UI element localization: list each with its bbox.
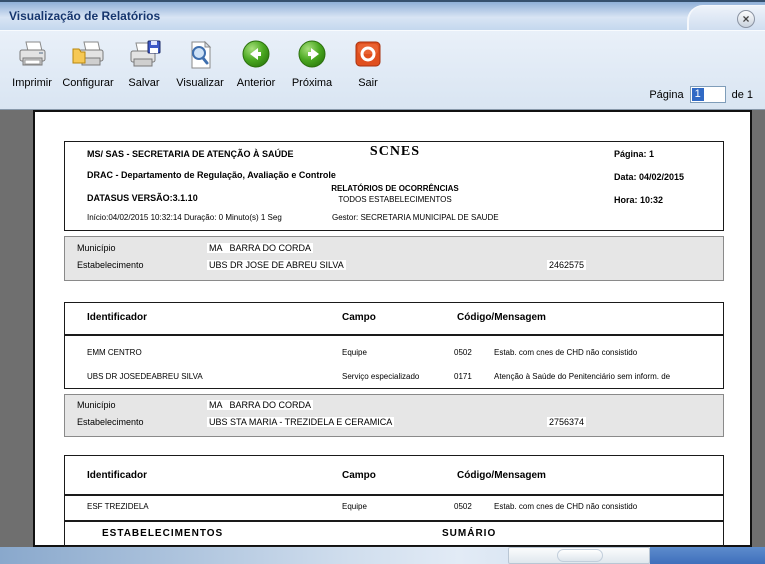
section2-municipio-band [64, 394, 724, 437]
col-codigo-mensagem: Código/Mensagem [457, 470, 546, 481]
row-mensagem: Estab. com cnes de CHD não consistido [494, 348, 637, 357]
section1-table-header-box [64, 302, 724, 335]
municipio-label: Município [77, 243, 116, 253]
view-button-label: Visualizar [176, 77, 224, 89]
row-campo: Serviço especializado [342, 372, 419, 381]
row-identificador: ESF TREZIDELA [87, 502, 149, 511]
previous-button[interactable]: Anterior [228, 39, 284, 101]
col-campo: Campo [342, 470, 376, 481]
close-icon: × [742, 12, 749, 26]
report-dept-line: DRAC - Departamento de Regulação, Avalia… [87, 170, 336, 180]
exit-power-icon [351, 39, 385, 75]
window-title: Visualização de Relatórios [9, 9, 160, 23]
report-date: Data: 04/02/2015 [614, 172, 684, 182]
printer-save-icon [127, 39, 161, 75]
next-button[interactable]: Próxima [284, 39, 340, 101]
configure-button[interactable]: Configurar [60, 39, 116, 101]
printer-config-icon [71, 39, 105, 75]
report-viewer-window: Visualização de Relatórios × Imprimir [0, 0, 765, 564]
configure-button-label: Configurar [62, 77, 113, 89]
row-mensagem: Estab. com cnes de CHD não consistido [494, 502, 637, 511]
page-number-value: 1 [692, 88, 704, 101]
toolbar-buttons: Imprimir Configurar [4, 39, 396, 101]
row-codigo: 0171 [454, 372, 472, 381]
toolbar: Imprimir Configurar [0, 30, 765, 110]
report-start-line: Início:04/02/2015 10:32:14 Duração: 0 Mi… [87, 213, 282, 222]
municipio-value: MA BARRA DO CORDA [207, 243, 313, 253]
report-time: Hora: 10:32 [614, 195, 663, 205]
arrow-right-circle-icon [295, 39, 329, 75]
save-button-label: Salvar [128, 77, 159, 89]
report-version: DATASUS VERSÃO:3.1.10 [87, 193, 198, 203]
page-number-input[interactable]: 1 [690, 86, 726, 103]
report-scope: TODOS ESTABELECIMENTOS [275, 195, 515, 204]
report-gestor-line: Gestor: SECRETARIA MUNICIPAL DE SAUDE [332, 213, 499, 222]
row-mensagem: Atenção à Saúde do Penitenciário sem inf… [494, 372, 670, 381]
page-total-label: de 1 [732, 89, 753, 101]
titlebar-corner: × [687, 5, 765, 32]
scrollbar-track-right[interactable] [650, 547, 765, 564]
next-button-label: Próxima [292, 77, 332, 89]
cnes-code: 2462575 [547, 260, 586, 270]
report-title: SCNES [275, 144, 515, 160]
title-bar: Visualização de Relatórios × [0, 0, 765, 30]
scrollbar-thumb[interactable] [508, 547, 650, 564]
row-codigo: 0502 [454, 348, 472, 357]
summary-right-label: SUMÁRIO [442, 528, 496, 539]
scrollbar-grip [557, 549, 603, 562]
save-button[interactable]: Salvar [116, 39, 172, 101]
report-page: MS/ SAS - SECRETARIA DE ATENÇÃO À SAÚDE … [33, 110, 752, 547]
view-button[interactable]: Visualizar [172, 39, 228, 101]
printer-icon [15, 39, 49, 75]
report-page-number: Página: 1 [614, 149, 654, 159]
horizontal-scrollbar[interactable] [0, 547, 765, 564]
cnes-code: 2756374 [547, 417, 586, 427]
print-button[interactable]: Imprimir [4, 39, 60, 101]
arrow-left-circle-icon [239, 39, 273, 75]
close-button[interactable]: × [737, 10, 755, 28]
row-campo: Equipe [342, 348, 367, 357]
municipio-label: Município [77, 400, 116, 410]
page-navigator: Página 1 de 1 [649, 86, 753, 103]
section1-municipio-band [64, 236, 724, 281]
exit-button-label: Sair [358, 77, 378, 89]
estabelecimento-label: Estabelecimento [77, 260, 144, 270]
report-subtitle: RELATÓRIOS DE OCORRÊNCIAS [275, 184, 515, 193]
magnifier-document-icon [183, 39, 217, 75]
print-button-label: Imprimir [12, 77, 52, 89]
summary-left-label: ESTABELECIMENTOS [102, 528, 223, 539]
row-identificador: EMM CENTRO [87, 348, 142, 357]
report-org-line: MS/ SAS - SECRETARIA DE ATENÇÃO À SAÚDE [87, 149, 294, 159]
row-identificador: UBS DR JOSEDEABREU SILVA [87, 372, 203, 381]
page-label: Página [649, 89, 683, 101]
col-codigo-mensagem: Código/Mensagem [457, 312, 546, 323]
col-identificador: Identificador [87, 470, 147, 481]
row-campo: Equipe [342, 502, 367, 511]
estabelecimento-value: UBS DR JOSE DE ABREU SILVA [207, 260, 346, 270]
col-campo: Campo [342, 312, 376, 323]
section2-table-header-box [64, 455, 724, 495]
estabelecimento-label: Estabelecimento [77, 417, 144, 427]
row-codigo: 0502 [454, 502, 472, 511]
col-identificador: Identificador [87, 312, 147, 323]
municipio-value: MA BARRA DO CORDA [207, 400, 313, 410]
exit-button[interactable]: Sair [340, 39, 396, 101]
report-preview-area: MS/ SAS - SECRETARIA DE ATENÇÃO À SAÚDE … [0, 110, 765, 547]
previous-button-label: Anterior [237, 77, 276, 89]
estabelecimento-value: UBS STA MARIA - TREZIDELA E CERAMICA [207, 417, 394, 427]
